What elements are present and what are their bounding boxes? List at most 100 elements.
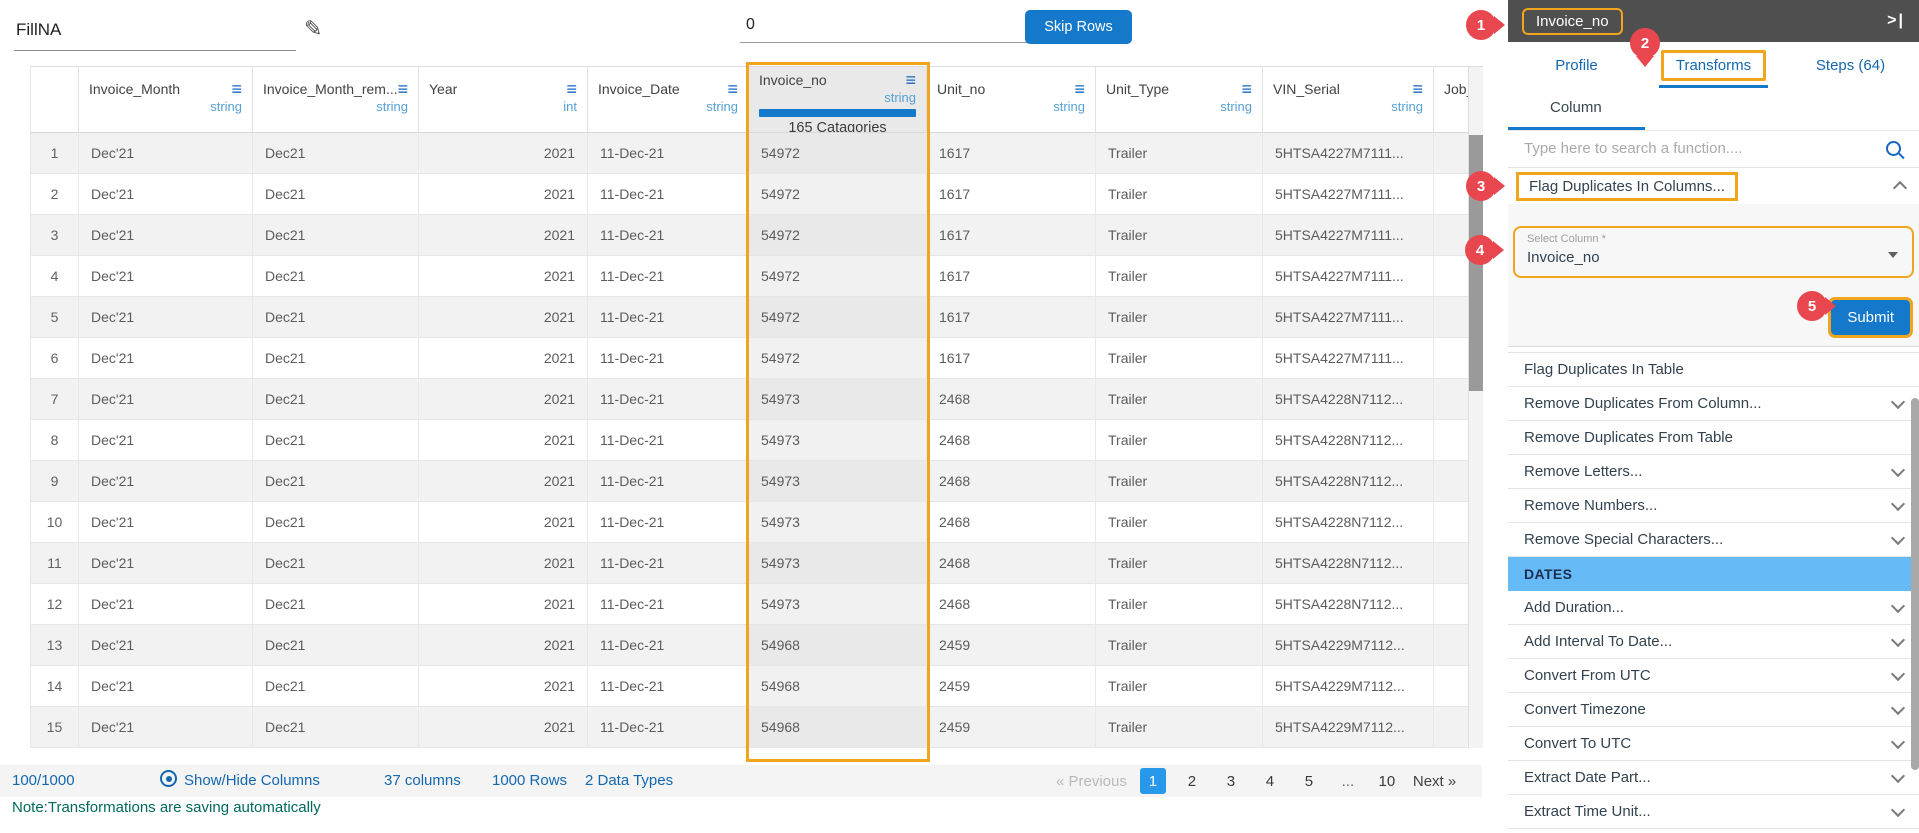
chevron-down-icon <box>1890 632 1906 647</box>
column-header-unit-type[interactable]: Unit_Type ≡ string <box>1096 67 1263 133</box>
tab-transforms[interactable]: Transforms <box>1645 42 1782 88</box>
table-cell: Dec21 <box>253 502 419 543</box>
function-item-label: Remove Duplicates From Column... <box>1524 395 1762 412</box>
table-cell: Trailer <box>1096 707 1263 748</box>
tab-steps[interactable]: Steps (64) <box>1782 42 1919 88</box>
expanded-function-label: Flag Duplicates In Columns... <box>1516 171 1738 201</box>
function-item-convert-timezone[interactable]: Convert Timezone <box>1508 693 1919 727</box>
table-cell: Dec'21 <box>79 707 253 748</box>
table-row: 11 Dec'21 Dec21 2021 11-Dec-21 54973 2468 Trail… <box>31 543 1483 584</box>
function-item-remove-duplicates-from-column-[interactable]: Remove Duplicates From Column... <box>1508 387 1919 421</box>
pagination-page-4[interactable]: 4 <box>1257 768 1283 794</box>
function-config-panel: Select Column * Invoice_no Submit <box>1508 204 1919 347</box>
function-item-flag-duplicates-in-table[interactable]: Flag Duplicates In Table <box>1508 353 1919 387</box>
table-header-row: Invoice_Month ≡ string Invoice_Month_rem...… <box>31 67 1483 133</box>
tab-profile[interactable]: Profile <box>1508 42 1645 88</box>
table-cell: Trailer <box>1096 625 1263 666</box>
table-cell: Trailer <box>1096 215 1263 256</box>
column-menu-icon[interactable]: ≡ <box>1074 80 1085 98</box>
skip-rows-count-input[interactable] <box>740 12 1028 43</box>
pagination-page-5[interactable]: 5 <box>1296 768 1322 794</box>
column-menu-icon[interactable]: ≡ <box>905 71 916 89</box>
panel-header: Invoice_no >| <box>1508 0 1919 42</box>
table-row: 13 Dec'21 Dec21 2021 11-Dec-21 54968 2459 Trail… <box>31 625 1483 666</box>
autosave-note: Note:Transformations are saving automati… <box>12 799 321 816</box>
function-item-add-interval-to-date-[interactable]: Add Interval To Date... <box>1508 625 1919 659</box>
search-icon[interactable] <box>1886 141 1901 156</box>
table-cell: 5HTSA4227M7111... <box>1263 338 1434 379</box>
column-type-label: string <box>1220 99 1252 114</box>
collapse-panel-icon[interactable]: >| <box>1887 12 1905 30</box>
function-item-label: Add Duration... <box>1524 599 1625 616</box>
column-header-invoice-no[interactable]: Invoice_no ≡ string 165 Catagories <box>749 67 927 133</box>
column-menu-icon[interactable]: ≡ <box>1412 80 1423 98</box>
sidebar-scrollbar-thumb[interactable] <box>1911 398 1919 770</box>
row-number: 7 <box>31 379 79 420</box>
tab-steps-label: Steps (64) <box>1815 56 1886 74</box>
pagination-next[interactable]: Next » <box>1413 773 1456 790</box>
function-item-extract-time-unit-[interactable]: Extract Time Unit... <box>1508 795 1919 829</box>
table-row: 6 Dec'21 Dec21 2021 11-Dec-21 54972 1617 Traile… <box>31 338 1483 379</box>
column-header-unit-no[interactable]: Unit_no ≡ string <box>927 67 1096 133</box>
function-search-input[interactable] <box>1522 139 1886 158</box>
function-item-remove-special-characters-[interactable]: Remove Special Characters... <box>1508 523 1919 557</box>
function-item-remove-numbers-[interactable]: Remove Numbers... <box>1508 489 1919 523</box>
function-item-convert-to-utc[interactable]: Convert To UTC <box>1508 727 1919 761</box>
function-item-flag-duplicates-in-columns[interactable]: Flag Duplicates In Columns... <box>1508 168 1919 204</box>
table-cell: 54972 <box>749 215 927 256</box>
edit-pencil-icon[interactable]: ✎ <box>304 16 322 42</box>
column-type-label: string <box>884 90 916 105</box>
table-row: 3 Dec'21 Dec21 2021 11-Dec-21 54972 1617 Traile… <box>31 215 1483 256</box>
select-column-dropdown[interactable]: Select Column * Invoice_no <box>1513 226 1914 278</box>
subtab-column[interactable]: Column <box>1550 99 1602 116</box>
table-cell: 5HTSA4228N7112... <box>1263 461 1434 502</box>
panel-tabs: Profile Transforms Steps (64) <box>1508 42 1919 88</box>
function-item-convert-from-utc[interactable]: Convert From UTC <box>1508 659 1919 693</box>
pagination-previous[interactable]: « Previous <box>1056 773 1127 790</box>
table-cell: 1617 <box>927 133 1096 174</box>
submit-button[interactable]: Submit <box>1828 297 1913 338</box>
column-header-invoice-month-rem-[interactable]: Invoice_Month_rem... ≡ string <box>253 67 419 133</box>
skip-rows-button[interactable]: Skip Rows <box>1025 10 1132 44</box>
column-header-year[interactable]: Year ≡ int <box>419 67 588 133</box>
column-menu-icon[interactable]: ≡ <box>398 80 409 98</box>
pagination-page-1[interactable]: 1 <box>1139 768 1166 794</box>
table-cell: 2459 <box>927 625 1096 666</box>
chevron-down-icon <box>1890 462 1906 477</box>
column-menu-icon[interactable]: ≡ <box>231 80 242 98</box>
table-cell: Trailer <box>1096 584 1263 625</box>
table-row: 8 Dec'21 Dec21 2021 11-Dec-21 54973 2468 Traile… <box>31 420 1483 461</box>
table-cell: 11-Dec-21 <box>588 502 749 543</box>
pagination-page-3[interactable]: 3 <box>1218 768 1244 794</box>
column-menu-icon[interactable]: ≡ <box>566 80 577 98</box>
table-cell: Dec'21 <box>79 543 253 584</box>
function-item-add-duration-[interactable]: Add Duration... <box>1508 591 1919 625</box>
columns-count-stat: 37 columns <box>384 772 461 789</box>
data-types-stat: 2 Data Types <box>585 772 674 789</box>
table-cell: 54968 <box>749 666 927 707</box>
table-cell: Dec21 <box>253 215 419 256</box>
column-transform-panel: Invoice_no >| Profile Transforms Steps (… <box>1508 0 1919 833</box>
transformation-name-input[interactable] <box>14 14 296 51</box>
column-header-invoice-date[interactable]: Invoice_Date ≡ string <box>588 67 749 133</box>
table-cell: 5HTSA4228N7112... <box>1263 543 1434 584</box>
show-hide-columns-button[interactable]: Show/Hide Columns <box>160 765 320 797</box>
table-scrollbar[interactable] <box>1468 67 1483 748</box>
visible-rows-count[interactable]: 100/1000 <box>12 765 75 797</box>
function-item-extract-date-part-[interactable]: Extract Date Part... <box>1508 761 1919 795</box>
column-header-invoice-month[interactable]: Invoice_Month ≡ string <box>79 67 253 133</box>
column-type-label: string <box>1053 99 1085 114</box>
table-cell: 54972 <box>749 297 927 338</box>
table-row: 1 Dec'21 Dec21 2021 11-Dec-21 54972 1617 Traile… <box>31 133 1483 174</box>
column-header-vin-serial[interactable]: VIN_Serial ≡ string <box>1263 67 1434 133</box>
column-menu-icon[interactable]: ≡ <box>727 80 738 98</box>
row-number: 2 <box>31 174 79 215</box>
pagination-page-2[interactable]: 2 <box>1179 768 1205 794</box>
table-cell: 1617 <box>927 174 1096 215</box>
pagination-page-10[interactable]: 10 <box>1374 768 1400 794</box>
function-item-remove-duplicates-from-table[interactable]: Remove Duplicates From Table <box>1508 421 1919 455</box>
table-row: 2 Dec'21 Dec21 2021 11-Dec-21 54972 1617 Traile… <box>31 174 1483 215</box>
column-menu-icon[interactable]: ≡ <box>1241 80 1252 98</box>
table-cell: 11-Dec-21 <box>588 379 749 420</box>
function-item-remove-letters-[interactable]: Remove Letters... <box>1508 455 1919 489</box>
